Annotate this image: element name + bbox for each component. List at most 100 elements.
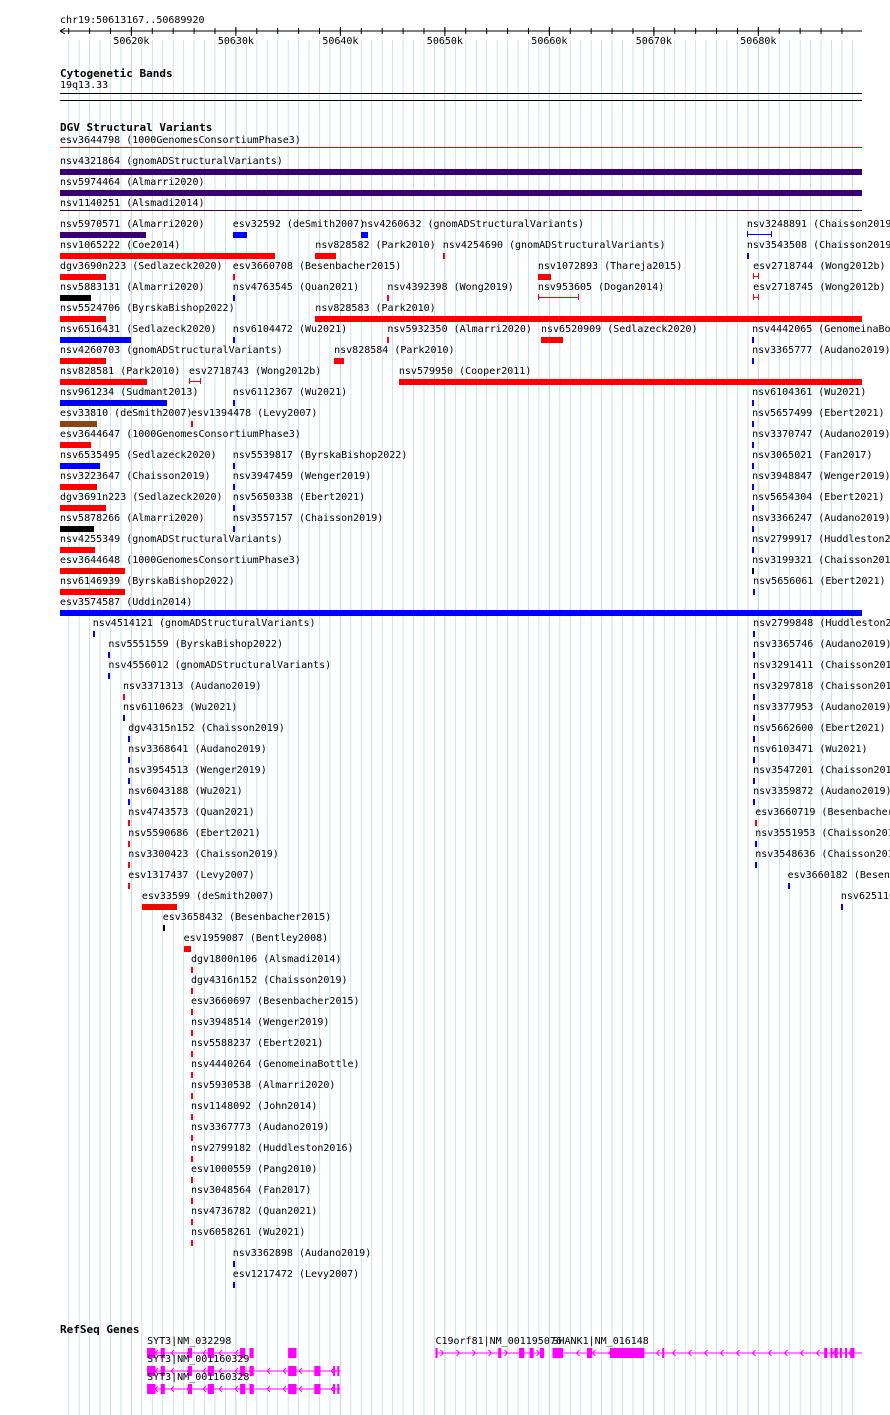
dgv-feature-bar[interactable] (190, 988, 194, 994)
dgv-feature-bar[interactable] (753, 673, 756, 679)
dgv-feature-bar[interactable] (92, 631, 95, 637)
dgv-feature-bar[interactable] (190, 1135, 194, 1141)
dgv-feature-bar[interactable] (752, 463, 755, 469)
dgv-feature-label[interactable]: esv32592 (deSmith2007) (233, 219, 365, 231)
dgv-feature-label[interactable]: nsv953605 (Dogan2014) (538, 282, 664, 294)
dgv-feature-bar[interactable] (537, 274, 552, 280)
dgv-feature-label[interactable]: nsv5588237 (Ebert2021) (191, 1038, 323, 1050)
dgv-feature-label[interactable]: nsv3365746 (Audano2019) (753, 639, 890, 651)
dgv-feature-label[interactable]: esv3660708 (Besenbacher2015) (233, 261, 402, 273)
dgv-feature-label[interactable]: nsv4321864 (gnomADStructuralVariants) (60, 156, 283, 168)
dgv-feature-bar[interactable] (190, 1240, 194, 1246)
dgv-feature-bar[interactable] (188, 378, 202, 384)
dgv-feature-label[interactable]: nsv4442065 (GenomeinaBottle) (752, 324, 890, 336)
dgv-feature-bar[interactable] (387, 337, 390, 343)
dgv-feature-label[interactable]: dgv4315n152 (Chaisson2019) (128, 723, 285, 735)
dgv-feature-bar[interactable] (752, 421, 755, 427)
dgv-feature-label[interactable]: nsv4743573 (Quan2021) (128, 807, 254, 819)
dgv-feature-label[interactable]: nsv5657499 (Ebert2021) (752, 408, 884, 420)
dgv-feature-bar[interactable] (232, 505, 235, 511)
dgv-feature-bar[interactable] (753, 736, 756, 742)
dgv-feature-bar[interactable] (128, 883, 131, 889)
dgv-feature-bar[interactable] (128, 841, 131, 847)
dgv-feature-label[interactable]: esv3660697 (Besenbacher2015) (191, 996, 360, 1008)
dgv-feature-label[interactable]: nsv3947459 (Wenger2019) (233, 471, 371, 483)
dgv-feature-label[interactable]: nsv2799182 (Huddleston2016) (191, 1143, 354, 1155)
dgv-feature-bar[interactable] (60, 463, 101, 469)
dgv-feature-label[interactable]: esv1317437 (Levy2007) (128, 870, 254, 882)
dgv-feature-bar[interactable] (232, 232, 248, 238)
dgv-feature-bar[interactable] (60, 400, 167, 406)
dgv-feature-label[interactable]: nsv1065222 (Coe2014) (60, 240, 180, 252)
dgv-feature-bar[interactable] (60, 442, 91, 448)
dgv-feature-label[interactable]: nsv6251104 (841, 891, 890, 903)
dgv-feature-bar[interactable] (190, 1198, 194, 1204)
dgv-feature-label[interactable]: nsv3365777 (Audano2019) (752, 345, 890, 357)
dgv-feature-bar[interactable] (60, 147, 862, 148)
refseq-track-title[interactable]: RefSeq Genes (60, 1324, 139, 1336)
dgv-feature-bar[interactable] (334, 358, 344, 364)
dgv-feature-label[interactable]: nsv3297818 (Chaisson2019) (753, 681, 890, 693)
dgv-feature-bar[interactable] (60, 274, 107, 280)
dgv-feature-label[interactable]: nsv6043188 (Wu2021) (128, 786, 242, 798)
dgv-feature-label[interactable]: nsv3557157 (Chaisson2019) (233, 513, 384, 525)
dgv-feature-label[interactable]: nsv3362898 (Audano2019) (233, 1248, 371, 1260)
dgv-feature-label[interactable]: nsv5590686 (Ebert2021) (128, 828, 260, 840)
dgv-feature-bar[interactable] (60, 526, 94, 532)
dgv-feature-bar[interactable] (190, 1093, 194, 1099)
dgv-feature-bar[interactable] (128, 778, 131, 784)
dgv-feature-bar[interactable] (60, 337, 132, 343)
dgv-feature-label[interactable]: nsv3371313 (Audano2019) (123, 681, 261, 693)
dgv-feature-label[interactable]: nsv3547201 (Chaisson2019) (753, 765, 890, 777)
dgv-feature-label[interactable]: esv1217472 (Levy2007) (233, 1269, 359, 1281)
dgv-feature-bar[interactable] (752, 526, 755, 532)
dgv-feature-bar[interactable] (190, 1051, 194, 1057)
dgv-feature-label[interactable]: nsv5539817 (ByrskaBishop2022) (233, 450, 408, 462)
dgv-feature-label[interactable]: esv3644647 (1000GenomesConsortiumPhase3) (60, 429, 301, 441)
dgv-feature-label[interactable]: nsv6110623 (Wu2021) (123, 702, 237, 714)
dgv-feature-bar[interactable] (123, 715, 126, 721)
dgv-feature-bar[interactable] (232, 463, 235, 469)
dgv-feature-bar[interactable] (752, 442, 755, 448)
dgv-feature-label[interactable]: nsv4556012 (gnomADStructuralVariants) (108, 660, 331, 672)
dgv-feature-bar[interactable] (128, 736, 131, 742)
dgv-feature-label[interactable]: nsv6112367 (Wu2021) (233, 387, 347, 399)
dgv-feature-label[interactable]: nsv3366247 (Audano2019) (752, 513, 890, 525)
dgv-feature-bar[interactable] (60, 568, 126, 574)
dgv-feature-bar[interactable] (232, 400, 235, 406)
dgv-feature-bar[interactable] (398, 379, 862, 385)
dgv-feature-label[interactable]: nsv6103471 (Wu2021) (753, 744, 867, 756)
dgv-feature-label[interactable]: dgv3690n223 (Sedlazeck2020) (60, 261, 223, 273)
dgv-feature-bar[interactable] (141, 904, 178, 910)
dgv-feature-bar[interactable] (753, 715, 756, 721)
dgv-feature-bar[interactable] (190, 1072, 194, 1078)
dgv-feature-bar[interactable] (753, 778, 756, 784)
dgv-feature-label[interactable]: nsv961234 (Sudmant2013) (60, 387, 198, 399)
dgv-feature-label[interactable]: nsv5974464 (Almarri2020) (60, 177, 205, 189)
dgv-feature-label[interactable]: nsv828581 (Park2010) (60, 366, 180, 378)
dgv-feature-label[interactable]: nsv3551953 (Chaisson2019) (755, 828, 890, 840)
dgv-feature-bar[interactable] (108, 652, 111, 658)
dgv-feature-bar[interactable] (746, 253, 749, 259)
dgv-feature-label[interactable]: esv2718744 (Wong2012b) (753, 261, 885, 273)
dgv-feature-label[interactable]: nsv4260703 (gnomADStructuralVariants) (60, 345, 283, 357)
refseq-gene-model[interactable] (0, 1365, 890, 1377)
dgv-feature-label[interactable]: nsv5524706 (ByrskaBishop2022) (60, 303, 235, 315)
dgv-feature-bar[interactable] (752, 400, 755, 406)
dgv-feature-bar[interactable] (787, 883, 790, 889)
dgv-feature-bar[interactable] (190, 1114, 194, 1120)
dgv-feature-label[interactable]: nsv3368641 (Audano2019) (128, 744, 266, 756)
dgv-feature-label[interactable]: esv33810 (deSmith2007) (60, 408, 192, 420)
dgv-feature-label[interactable]: nsv1148092 (John2014) (191, 1101, 317, 1113)
dgv-feature-label[interactable]: nsv2799848 (Huddleston2017) (753, 618, 890, 630)
dgv-feature-bar[interactable] (232, 484, 235, 490)
dgv-feature-label[interactable]: nsv5656061 (Ebert2021) (753, 576, 885, 588)
dgv-feature-label[interactable]: dgv1800n106 (Alsmadi2014) (191, 954, 342, 966)
dgv-feature-label[interactable]: nsv3954513 (Wenger2019) (128, 765, 266, 777)
dgv-feature-label[interactable]: esv3574587 (Uddin2014) (60, 597, 192, 609)
dgv-feature-bar[interactable] (60, 589, 126, 595)
dgv-feature-label[interactable]: nsv4392398 (Wong2019) (387, 282, 513, 294)
dgv-feature-bar[interactable] (753, 757, 756, 763)
dgv-feature-label[interactable]: nsv6104472 (Wu2021) (233, 324, 347, 336)
refseq-gene-model[interactable] (0, 1347, 890, 1359)
